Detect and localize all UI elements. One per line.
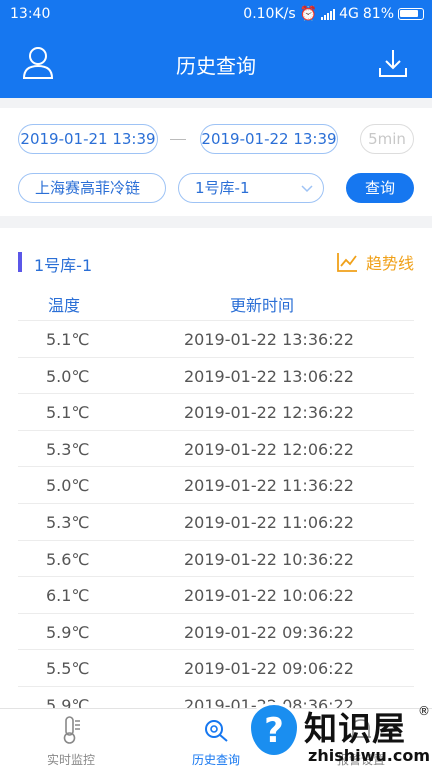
row-temperature: 5.3℃ [46, 439, 90, 459]
row-temperature: 5.0℃ [46, 476, 90, 496]
watermark: ? 知识屋 ® zhishiwu.com [246, 700, 432, 768]
row-updated-time: 2019-01-22 10:06:22 [184, 586, 354, 606]
row-temperature: 5.3℃ [46, 512, 90, 532]
tab-realtime-monitor[interactable]: 实时监控 [16, 709, 126, 768]
signal-icon [321, 8, 336, 20]
trend-chart-icon [337, 253, 357, 272]
row-temperature: 5.9℃ [46, 622, 90, 642]
table-row: 5.3℃ 2019-01-22 11:06:22 [18, 502, 414, 540]
table-row: 5.3℃ 2019-01-22 12:06:22 [18, 429, 414, 467]
battery-percent: 81% [362, 6, 394, 22]
row-temperature: 5.0℃ [46, 366, 90, 386]
watermark-logo: ? [248, 702, 300, 758]
network-type: 4G [339, 6, 359, 22]
row-updated-time: 2019-01-22 13:06:22 [184, 366, 354, 386]
table-row: 5.1℃ 2019-01-22 12:36:22 [18, 393, 414, 430]
trend-line-label: 趋势线 [365, 254, 414, 273]
panel-title: 1号库-1 [34, 256, 93, 275]
row-temperature: 5.6℃ [46, 549, 90, 569]
tab-label: 实时监控 [46, 753, 95, 767]
table-row: 5.6℃ 2019-01-22 10:36:22 [18, 539, 414, 577]
company-select-value: 上海赛高菲冷链 [35, 179, 141, 197]
panel-header: 1号库-1 趋势线 [0, 228, 432, 292]
row-updated-time: 2019-01-22 11:36:22 [184, 476, 354, 496]
app-bar: 历史查询 [0, 28, 432, 98]
row-temperature: 6.1℃ [46, 586, 90, 606]
table-row: 5.0℃ 2019-01-22 11:36:22 [18, 466, 414, 503]
end-time-picker[interactable]: 2019-01-22 13:39 [200, 124, 338, 154]
company-select[interactable]: 上海赛高菲冷链 [18, 173, 166, 203]
column-header-updated-time: 更新时间 [230, 296, 295, 315]
network-speed: 0.10K/s [243, 6, 296, 22]
table-row: 5.5℃ 2019-01-22 09:06:22 [18, 649, 414, 686]
row-updated-time: 2019-01-22 11:06:22 [184, 512, 354, 532]
row-updated-time: 2019-01-22 09:06:22 [184, 659, 354, 679]
row-updated-time: 2019-01-22 13:36:22 [184, 330, 354, 349]
row-updated-time: 2019-01-22 12:36:22 [184, 403, 354, 423]
table-row: 5.1℃ 2019-01-22 13:36:22 [18, 320, 414, 357]
table-row: 5.0℃ 2019-01-22 13:06:22 [18, 356, 414, 394]
table-row: 5.9℃ 2019-01-22 09:36:22 [18, 612, 414, 650]
row-temperature: 5.1℃ [46, 330, 90, 349]
trend-line-button[interactable]: 趋势线 [336, 250, 414, 274]
download-icon[interactable] [378, 48, 408, 78]
column-header-temperature: 温度 [48, 296, 81, 315]
query-button[interactable]: 查询 [346, 173, 414, 203]
warehouse-select[interactable]: 1号库-1 [178, 173, 324, 203]
battery-icon [398, 8, 424, 20]
alarm-icon: ⏰ [299, 6, 318, 22]
warehouse-select-value: 1号库-1 [195, 179, 250, 197]
status-indicators: 0.10K/s ⏰ 4G 81% [243, 6, 424, 22]
row-temperature: 5.9℃ [46, 695, 90, 708]
row-updated-time: 2019-01-22 12:06:22 [184, 439, 354, 459]
row-updated-time: 2019-01-22 09:36:22 [184, 622, 354, 642]
watermark-domain: zhishiwu.com [308, 746, 430, 765]
history-search-icon [205, 720, 228, 742]
history-panel: 1号库-1 趋势线 温度 更新时间 5.1℃ 2019-01-22 13:36:2… [0, 228, 432, 708]
thermometer-icon [63, 716, 80, 744]
watermark-registered: ® [418, 704, 430, 718]
chevron-down-icon [301, 185, 313, 193]
history-list: 5.1℃ 2019-01-22 13:36:22 5.0℃ 2019-01-22 13… [0, 320, 432, 708]
row-updated-time: 2019-01-22 10:36:22 [184, 549, 354, 569]
start-time-picker[interactable]: 2019-01-21 13:39 [18, 124, 158, 154]
interval-selector[interactable]: 5min [360, 124, 414, 154]
panel-accent-bar [18, 252, 22, 272]
page-title: 历史查询 [176, 54, 256, 78]
status-time: 13:40 [10, 6, 51, 22]
row-temperature: 5.1℃ [46, 403, 90, 423]
row-temperature: 5.5℃ [46, 659, 90, 679]
status-bar: 13:40 0.10K/s ⏰ 4G 81% [0, 0, 432, 28]
table-row: 6.1℃ 2019-01-22 10:06:22 [18, 576, 414, 613]
watermark-text: 知识屋 [304, 709, 406, 748]
range-separator [170, 139, 186, 140]
